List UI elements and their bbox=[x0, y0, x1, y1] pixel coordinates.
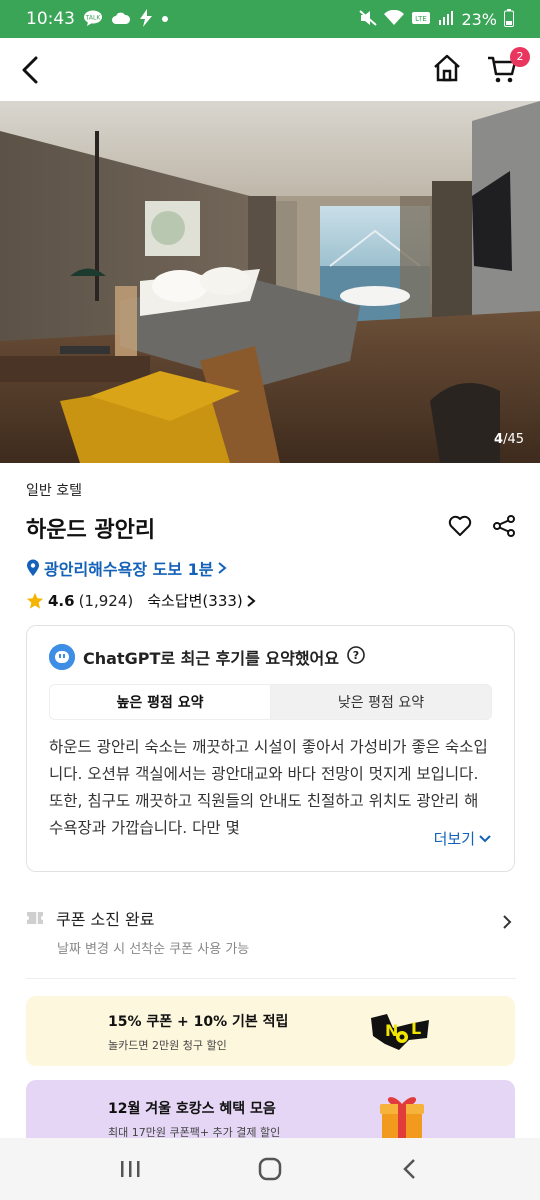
recent-apps-icon bbox=[121, 1161, 140, 1177]
cart-button[interactable]: 2 bbox=[486, 46, 530, 87]
system-nav-bar bbox=[0, 1138, 540, 1200]
star-icon bbox=[26, 592, 44, 609]
summary-text-block: 하운드 광안리 숙소는 깨끗하고 시설이 좋아서 가성비가 좋은 숙소입니다. … bbox=[49, 734, 492, 846]
chevron-left-icon bbox=[22, 56, 38, 83]
status-time: 10:43 bbox=[26, 9, 75, 29]
top-nav: 2 bbox=[0, 38, 540, 101]
location-link[interactable]: 광안리해수욕장 도보 1분 bbox=[26, 556, 516, 580]
chevron-down-icon bbox=[479, 834, 491, 842]
location-label: 광안리해수욕장 도보 1분 bbox=[44, 560, 214, 579]
hotel-name: 하운드 광안리 bbox=[26, 518, 156, 543]
ai-summary-heading: ChatGPT로 최근 후기를 요약했어요 bbox=[83, 649, 339, 668]
location-pin-icon bbox=[27, 559, 39, 576]
back-arrow-icon bbox=[403, 1159, 415, 1179]
hotel-photo-carousel[interactable]: 4/45 bbox=[0, 101, 540, 463]
share-button[interactable] bbox=[492, 515, 516, 541]
host-replies-link[interactable]: 숙소답변(333) bbox=[147, 590, 256, 611]
promo-banner-card-benefit[interactable]: 15% 쿠폰 + 10% 기본 적립 놀카드면 2만원 청구 할인 N L bbox=[26, 996, 515, 1066]
chevron-right-icon bbox=[503, 915, 512, 929]
battery-percent: 23% bbox=[461, 9, 497, 29]
summary-tabs: 높은 평점 요약 낮은 평점 요약 bbox=[49, 684, 492, 720]
bolt-icon bbox=[139, 8, 153, 30]
rating-row[interactable]: 4.6 (1,924) 숙소답변(333) bbox=[26, 590, 516, 611]
talk-notification-icon: TALK bbox=[83, 10, 103, 29]
status-bar: 10:43 TALK LTE 23% bbox=[0, 0, 540, 38]
hotel-category: 일반 호텔 bbox=[26, 483, 82, 499]
cloud-icon bbox=[111, 11, 131, 28]
ai-review-summary-card: ChatGPT로 최근 후기를 요약했어요 ? 높은 평점 요약 낮은 평점 요… bbox=[26, 625, 515, 872]
home-circle-icon bbox=[258, 1157, 282, 1181]
review-count: (1,924) bbox=[78, 591, 134, 610]
gift-box-icon bbox=[380, 1097, 424, 1140]
photo-counter: 4/45 bbox=[494, 432, 524, 447]
coupon-row[interactable]: 쿠폰 소진 완료 날짜 변경 시 선착순 쿠폰 사용 가능 bbox=[26, 906, 516, 966]
chevron-right-icon bbox=[218, 562, 228, 574]
more-label: 더보기 bbox=[433, 830, 475, 848]
tab-high-rating-summary[interactable]: 높은 평점 요약 bbox=[50, 685, 271, 719]
hotel-info: 일반 호텔 하운드 광안리 광안리해수욕장 도보 1분 4.6 (1,924) … bbox=[26, 480, 516, 611]
back-button[interactable] bbox=[20, 48, 64, 92]
help-icon[interactable]: ? bbox=[347, 646, 365, 668]
battery-icon bbox=[504, 8, 514, 30]
chatbot-icon bbox=[49, 644, 75, 670]
home-button[interactable] bbox=[432, 53, 462, 87]
signal-icon bbox=[438, 10, 454, 29]
wifi-icon bbox=[384, 9, 405, 29]
svg-text:TALK: TALK bbox=[85, 14, 102, 21]
banner-title: 15% 쿠폰 + 10% 기본 적립 bbox=[108, 1014, 289, 1030]
coupon-subtitle: 날짜 변경 시 선착순 쿠폰 사용 가능 bbox=[57, 942, 250, 957]
heart-icon bbox=[448, 515, 472, 536]
divider bbox=[26, 978, 516, 979]
svg-text:L: L bbox=[411, 1019, 421, 1038]
cart-count-badge: 2 bbox=[510, 46, 530, 67]
banner-subtitle: 놀카드면 2만원 청구 할인 bbox=[108, 1039, 227, 1052]
home-system-button[interactable] bbox=[245, 1149, 295, 1189]
nol-logo: N L bbox=[371, 1014, 429, 1050]
banner-title: 12월 겨울 호캉스 혜택 모음 bbox=[108, 1101, 276, 1117]
favorite-button[interactable] bbox=[448, 515, 472, 541]
home-icon bbox=[434, 54, 460, 81]
coupon-title: 쿠폰 소진 완료 bbox=[56, 910, 155, 929]
dot-icon bbox=[161, 13, 169, 26]
svg-text:?: ? bbox=[353, 649, 359, 662]
tab-low-rating-summary[interactable]: 낮은 평점 요약 bbox=[271, 685, 491, 719]
recent-apps-button[interactable] bbox=[105, 1149, 155, 1189]
svg-text:LTE: LTE bbox=[416, 15, 428, 23]
more-button[interactable]: 더보기 bbox=[429, 828, 492, 849]
hotel-room-photo bbox=[0, 101, 540, 463]
coupon-icon bbox=[27, 912, 43, 924]
lte-icon: LTE bbox=[411, 10, 431, 29]
system-back-button[interactable] bbox=[385, 1149, 435, 1189]
share-icon bbox=[493, 515, 515, 537]
host-replies-label: 숙소답변(333) bbox=[147, 592, 243, 610]
rating-value: 4.6 bbox=[48, 591, 75, 610]
chevron-right-icon bbox=[247, 594, 256, 607]
mute-icon bbox=[359, 9, 378, 29]
